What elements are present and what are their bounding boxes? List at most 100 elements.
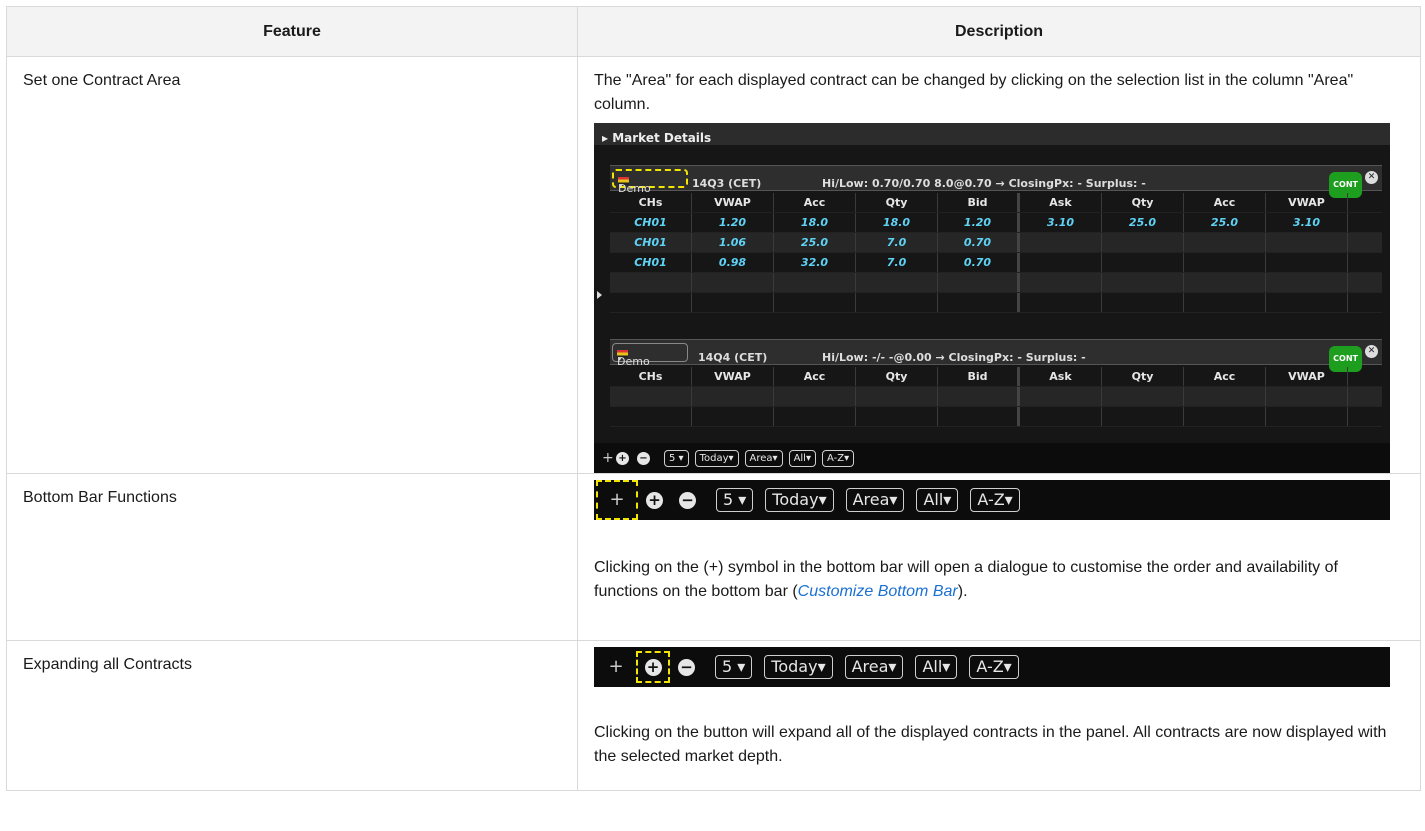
order-grid: CHs VWAP Acc Qty Bid Ask Qty Acc VWAP CH…: [610, 193, 1382, 313]
grid-cell: [1184, 253, 1266, 272]
grid-col-header: Ask: [1020, 193, 1102, 212]
expand-all-button[interactable]: +: [616, 451, 629, 465]
bottom-bar-screenshot: + + − 5 ▾ Today▾ Area▾ All▾ A-Z▾: [594, 480, 1390, 520]
day-select[interactable]: Today▾: [764, 655, 833, 679]
grid-cell: [1266, 253, 1348, 272]
filter-select[interactable]: All▾: [788, 449, 816, 467]
grid-row[interactable]: [610, 293, 1382, 313]
customize-bottom-bar-link[interactable]: Customize Bottom Bar: [798, 583, 958, 600]
area-select[interactable]: Area▾: [844, 655, 904, 679]
expand-all-button[interactable]: +: [644, 658, 662, 676]
grid-cell: [1020, 253, 1102, 272]
grid-cell: 3.10: [1266, 213, 1348, 232]
grid-cell: 3.10: [1020, 213, 1102, 232]
filter-select[interactable]: All▾: [915, 655, 958, 679]
customize-button[interactable]: +: [596, 655, 636, 679]
sort-select[interactable]: A-Z▾: [969, 655, 1019, 679]
grid-cell: 25.0: [774, 233, 856, 252]
col-header-feature: Feature: [6, 6, 578, 57]
col-header-description: Description: [577, 6, 1421, 57]
description-text: Clicking on the (+) symbol in the bottom…: [594, 559, 1338, 600]
grid-cell: 25.0: [1102, 213, 1184, 232]
area-dropdown[interactable]: Demo ▾: [612, 169, 688, 195]
grid-cell: 1.20: [692, 213, 774, 232]
description-text: The "Area" for each displayed contract c…: [594, 72, 1354, 113]
description-cell: + + − 5 ▾ Today▾ Area▾ All▾ A-Z▾ Clickin…: [577, 473, 1421, 641]
grid-col-header: Qty: [1102, 367, 1184, 386]
feature-cell: Set one Contract Area: [6, 56, 578, 474]
grid-cell: [1184, 233, 1266, 252]
close-icon[interactable]: ✕: [1365, 171, 1378, 184]
grid-cell: 1.20: [938, 213, 1020, 232]
collapse-all-button[interactable]: −: [637, 451, 650, 465]
grid-col-header: Bid: [938, 193, 1020, 212]
close-icon[interactable]: ✕: [1365, 345, 1378, 358]
area-select[interactable]: Area▾: [744, 449, 783, 467]
order-grid: CHs VWAP Acc Qty Bid Ask Qty Acc VWAP: [610, 367, 1382, 427]
grid-col-header: VWAP: [692, 367, 774, 386]
sort-select[interactable]: A-Z▾: [970, 488, 1020, 512]
grid-col-header: Ask: [1020, 367, 1102, 386]
area-dropdown[interactable]: Demo ▾: [612, 343, 688, 368]
grid-col-header: Qty: [856, 193, 938, 212]
grid-col-header: Qty: [856, 367, 938, 386]
bottom-bar-screenshot: + + − 5 ▾ Today▾ Area▾ All▾ A-Z▾: [594, 647, 1390, 687]
feature-cell: Bottom Bar Functions: [6, 473, 578, 641]
grid-col-header: CHs: [610, 193, 692, 212]
grid-col-header: Bid: [938, 367, 1020, 386]
grid-cell: 0.70: [938, 253, 1020, 272]
grid-cell: 18.0: [774, 213, 856, 232]
sort-select[interactable]: A-Z▾: [821, 449, 855, 467]
grid-cell: CH01: [610, 233, 692, 252]
description-text: Clicking on the button will expand all o…: [594, 724, 1387, 765]
grid-col-header: VWAP: [692, 193, 774, 212]
grid-cell: 32.0: [774, 253, 856, 272]
expand-all-highlight: +: [636, 651, 670, 683]
depth-select[interactable]: 5 ▾: [715, 655, 753, 679]
feature-table: Feature Description Set one Contract Are…: [6, 6, 1421, 791]
filter-select[interactable]: All▾: [916, 488, 959, 512]
grid-col-header: VWAP: [1266, 193, 1348, 212]
table-row: Bottom Bar Functions + + − 5 ▾ Today▾ Ar…: [6, 473, 1421, 641]
market-details-panel: ▸ Market Details Demo ▾ 14Q3 (CET) Hi/Lo…: [594, 123, 1390, 473]
grid-cell: 18.0: [856, 213, 938, 232]
contract-header: Demo ▾ 14Q4 (CET) Hi/Low: -/- -@0.00 → C…: [610, 339, 1382, 372]
panel-title[interactable]: ▸ Market Details: [594, 123, 1390, 145]
customize-button-highlight: +: [596, 480, 638, 520]
expand-all-button[interactable]: +: [646, 491, 663, 509]
description-cell: The "Area" for each displayed contract c…: [577, 56, 1421, 474]
grid-col-header: Acc: [1184, 367, 1266, 386]
grid-cell: 7.0: [856, 233, 938, 252]
grid-row[interactable]: CH01 1.20 18.0 18.0 1.20 3.10 25.0 25.0 …: [610, 213, 1382, 233]
grid-col-header: CHs: [610, 367, 692, 386]
grid-cell: 25.0: [1184, 213, 1266, 232]
grid-row[interactable]: [610, 273, 1382, 293]
collapse-all-button[interactable]: −: [678, 658, 695, 676]
grid-row[interactable]: CH01 0.98 32.0 7.0 0.70: [610, 253, 1382, 273]
day-select[interactable]: Today▾: [765, 488, 834, 512]
grid-col-header: Acc: [1184, 193, 1266, 212]
description-cell: + + − 5 ▾ Today▾ Area▾ All▾ A-Z▾ Clickin…: [577, 640, 1421, 791]
grid-cell: CH01: [610, 213, 692, 232]
grid-cell: 7.0: [856, 253, 938, 272]
depth-select[interactable]: 5 ▾: [716, 488, 754, 512]
area-select[interactable]: Area▾: [845, 488, 905, 512]
depth-select[interactable]: 5 ▾: [664, 449, 689, 467]
table-row: Expanding all Contracts + + − 5 ▾ Today▾…: [6, 640, 1421, 791]
grid-cell: 0.70: [938, 233, 1020, 252]
day-select[interactable]: Today▾: [694, 449, 739, 467]
grid-row[interactable]: CH01 1.06 25.0 7.0 0.70: [610, 233, 1382, 253]
grid-cell: [1102, 233, 1184, 252]
grid-cell: [1102, 253, 1184, 272]
grid-cell: [1266, 233, 1348, 252]
grid-col-header: Qty: [1102, 193, 1184, 212]
grid-header-row: CHs VWAP Acc Qty Bid Ask Qty Acc VWAP: [610, 193, 1382, 213]
collapse-all-button[interactable]: −: [679, 491, 696, 509]
customize-button[interactable]: +: [602, 446, 616, 470]
contract-header: Demo ▾ 14Q3 (CET) Hi/Low: 0.70/0.70 8.0@…: [610, 165, 1382, 198]
grid-cell: 1.06: [692, 233, 774, 252]
table-row: Set one Contract Area The "Area" for eac…: [6, 56, 1421, 474]
customize-button[interactable]: +: [598, 488, 636, 512]
expand-arrow-icon[interactable]: [597, 291, 602, 299]
grid-cell: 0.98: [692, 253, 774, 272]
